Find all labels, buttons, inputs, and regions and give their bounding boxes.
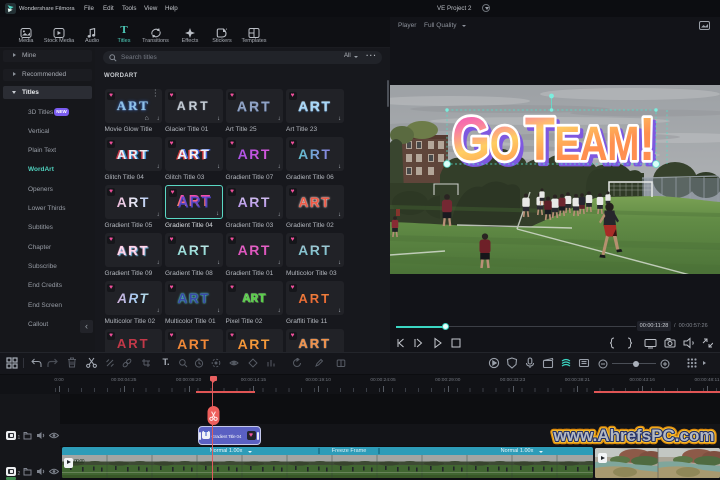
svg-text:www.AhrefsPC.com: www.AhrefsPC.com — [553, 426, 715, 445]
